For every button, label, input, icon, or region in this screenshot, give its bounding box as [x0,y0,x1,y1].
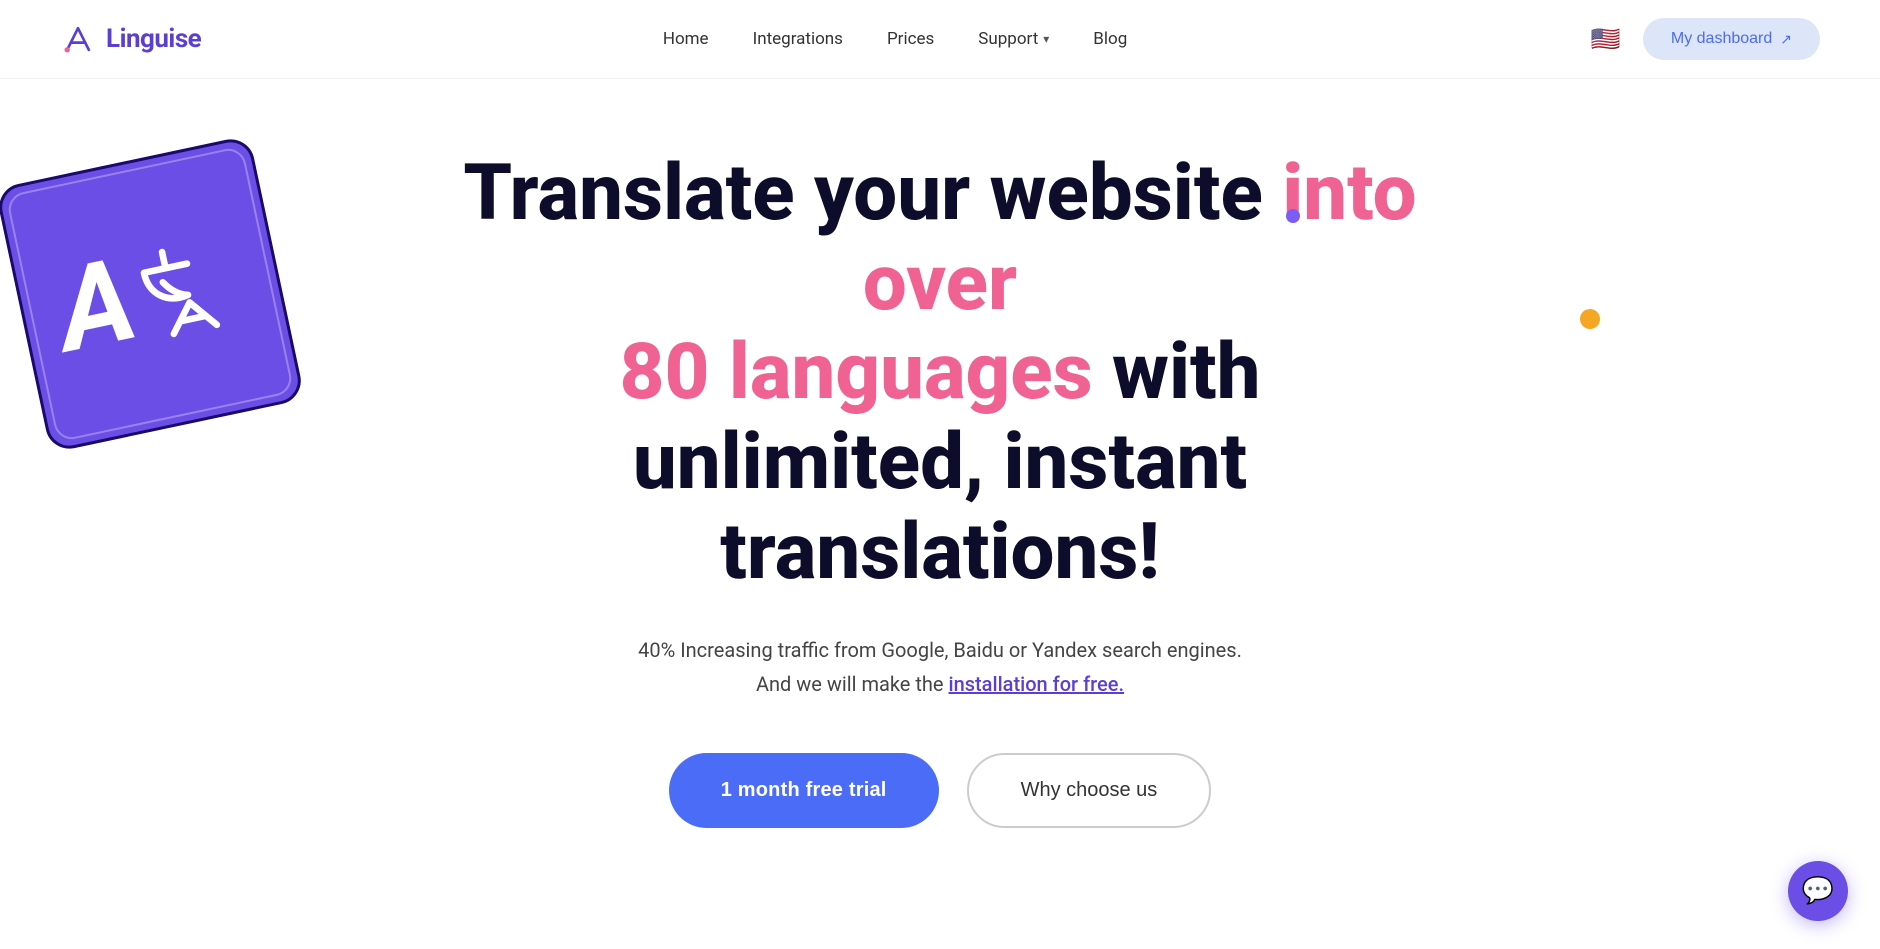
translation-card-graphic: A [20,159,300,449]
dashboard-button[interactable]: My dashboard ↗ [1643,18,1820,60]
decorative-dot-orange [1580,309,1600,329]
support-chevron-icon: ▾ [1043,32,1049,46]
chat-icon: 💬 [1802,876,1834,906]
nav-prices[interactable]: Prices [887,29,934,49]
nav-support[interactable]: Support ▾ [978,29,1049,49]
nav-integrations[interactable]: Integrations [753,29,843,49]
decorative-dot-purple [1286,209,1300,223]
chat-bubble-button[interactable]: 💬 [1788,861,1848,921]
language-flag-icon[interactable]: 🇺🇸 [1589,22,1623,56]
main-nav: Home Integrations Prices Support ▾ Blog [663,29,1127,49]
trial-button[interactable]: 1 month free trial [669,753,939,828]
card-translate-icon [121,221,251,351]
header-right: 🇺🇸 My dashboard ↗ [1589,18,1820,60]
hero-headline: Translate your website into over80 langu… [415,149,1465,597]
site-header: Linguise Home Integrations Prices Suppor… [0,0,1880,79]
nav-blog[interactable]: Blog [1093,29,1127,49]
nav-home[interactable]: Home [663,29,709,49]
card-shape: A [0,135,305,453]
card-letters: A [48,219,253,370]
logo-icon [60,21,96,57]
logo-text: Linguise [106,24,201,54]
logo[interactable]: Linguise [60,21,201,57]
hero-section: A Translate your website into over80 lan… [0,79,1880,908]
cta-buttons: 1 month free trial Why choose us [669,753,1212,828]
why-choose-us-button[interactable]: Why choose us [967,753,1212,828]
hero-subtext: 40% Increasing traffic from Google, Baid… [638,633,1242,701]
external-link-icon: ↗ [1780,31,1792,48]
card-letter-a: A [48,241,145,369]
install-link[interactable]: installation for free. [949,672,1125,696]
headline-text-part1: Translate your website [463,148,1282,239]
